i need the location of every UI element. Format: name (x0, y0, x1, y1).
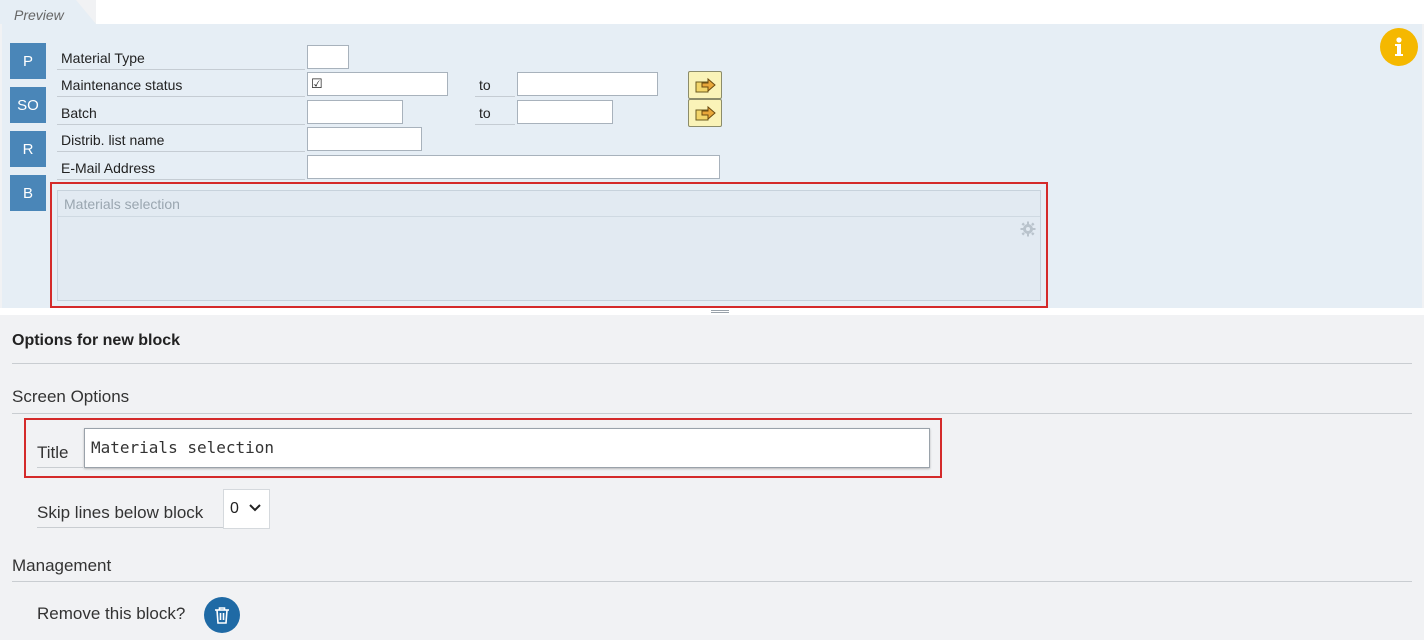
divider (37, 527, 223, 528)
batch-from-input[interactable] (307, 100, 403, 124)
maintenance-status-to-label: to (475, 73, 515, 97)
batch-label: Batch (57, 101, 305, 125)
remove-block-label: Remove this block? (37, 604, 186, 623)
trash-icon (215, 607, 229, 624)
batch-to-input[interactable] (517, 100, 613, 124)
maintenance-status-from-input[interactable]: ☑ (307, 72, 448, 96)
options-heading: Options for new block (12, 332, 181, 349)
resize-handle-icon[interactable] (711, 310, 729, 314)
side-button-b[interactable]: B (10, 175, 46, 211)
title-highlight (24, 418, 942, 478)
maintenance-status-label: Maintenance status (57, 73, 305, 97)
email-address-input[interactable] (307, 155, 720, 179)
side-button-r[interactable]: R (10, 131, 46, 167)
block-highlight (50, 182, 1048, 308)
divider (12, 581, 1412, 582)
material-type-input[interactable] (307, 45, 349, 69)
divider (12, 413, 1412, 414)
skip-lines-value: 0 (230, 500, 239, 517)
chevron-down-icon (249, 504, 261, 512)
preview-tab: Preview (0, 0, 96, 24)
multiple-selection-arrow-icon (695, 105, 716, 121)
skip-lines-label: Skip lines below block (37, 503, 204, 522)
info-icon[interactable] (1380, 28, 1418, 66)
multiple-selection-button[interactable] (688, 71, 722, 99)
multiple-selection-arrow-icon (695, 77, 716, 93)
side-button-so[interactable]: SO (10, 87, 46, 123)
preview-tab-label: Preview (14, 7, 64, 23)
material-type-label: Material Type (57, 46, 305, 70)
divider (12, 363, 1412, 364)
management-title: Management (12, 556, 112, 575)
batch-to-label: to (475, 101, 515, 125)
remove-block-button[interactable] (204, 597, 240, 633)
batch-multiple-selection-button[interactable] (688, 99, 722, 127)
top-spacer (96, 0, 1424, 24)
side-button-p[interactable]: P (10, 43, 46, 79)
email-address-label: E-Mail Address (57, 156, 305, 180)
skip-lines-select[interactable]: 0 (223, 489, 270, 529)
distrib-list-name-input[interactable] (307, 127, 422, 151)
maintenance-status-to-input[interactable] (517, 72, 658, 96)
screen-options-title: Screen Options (12, 387, 130, 406)
distrib-list-name-label: Distrib. list name (57, 128, 305, 152)
